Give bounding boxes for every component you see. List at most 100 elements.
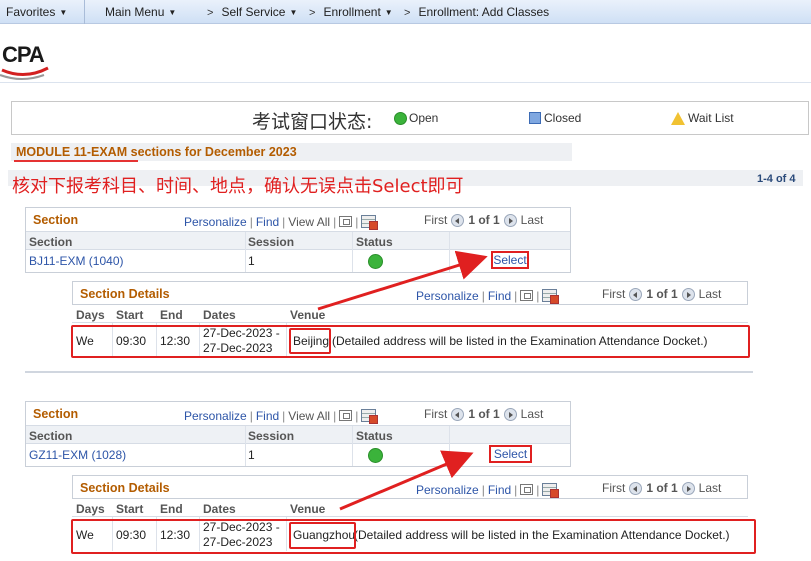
find-link[interactable]: Find: [488, 289, 511, 303]
annotation-details-box: [71, 519, 756, 554]
col-venue: Venue: [290, 502, 326, 516]
col-venue: Venue: [290, 308, 326, 322]
next-icon[interactable]: [503, 213, 517, 227]
next-icon[interactable]: [681, 287, 695, 301]
first-link: First: [602, 481, 626, 495]
personalize-link[interactable]: Personalize: [184, 215, 247, 229]
grid-pager: First 1 of 1 Last: [602, 481, 721, 495]
annotation-details-box: [71, 325, 750, 358]
grid-tools: Personalize | Find | View All | |: [184, 213, 379, 230]
module-suffix: sections for December 2023: [127, 145, 297, 159]
col-end: End: [160, 308, 183, 322]
view-all-link[interactable]: View All: [288, 215, 330, 229]
details-grid-header: Section Details Personalize | Find | | First…: [72, 475, 748, 499]
section-code-link[interactable]: GZ11-EXM (1028): [29, 448, 126, 462]
col-session: Session: [248, 235, 295, 249]
col-section: Section: [29, 429, 73, 443]
section-grid-title: Section: [33, 407, 79, 421]
details-grid-header: Section Details Personalize | Find | | First…: [72, 281, 748, 305]
download-icon[interactable]: [542, 483, 560, 498]
main-menu[interactable]: Main Menu ▼: [105, 5, 176, 19]
chevron-right-icon: >: [404, 7, 411, 19]
breadcrumb-enrollment[interactable]: > Enrollment ▼: [309, 5, 393, 19]
session-value: 1: [248, 448, 255, 462]
first-link: First: [602, 287, 626, 301]
personalize-link[interactable]: Personalize: [416, 289, 479, 303]
breadcrumb-add-classes[interactable]: > Enrollment: Add Classes: [404, 5, 549, 19]
legend-wait-list-label: Wait List: [688, 111, 734, 125]
grid-tools: Personalize | Find | View All | |: [184, 407, 379, 424]
legend-closed: Closed: [529, 111, 581, 125]
col-status: Status: [356, 235, 393, 249]
module-title: MODULE 11-EXAM sections for December 202…: [11, 143, 572, 161]
col-dates: Dates: [203, 308, 236, 322]
section-code-link[interactable]: BJ11-EXM (1040): [29, 254, 123, 268]
previous-icon[interactable]: [629, 481, 643, 495]
grid-pager: First 1 of 1 Last: [602, 287, 721, 301]
col-status: Status: [356, 429, 393, 443]
col-dates: Dates: [203, 502, 236, 516]
zoom-icon[interactable]: [520, 290, 534, 301]
breadcrumb-self-service[interactable]: > Self Service ▼: [207, 5, 297, 19]
previous-icon[interactable]: [629, 287, 643, 301]
download-icon[interactable]: [542, 289, 560, 304]
find-link[interactable]: Find: [256, 409, 279, 423]
annotation-venue-box: [289, 522, 356, 549]
session-value: 1: [248, 254, 255, 268]
legend-wait-list: Wait List: [671, 111, 734, 125]
view-all-link[interactable]: View All: [288, 409, 330, 423]
last-link: Last: [698, 287, 722, 301]
personalize-link[interactable]: Personalize: [416, 483, 479, 497]
find-link[interactable]: Find: [488, 483, 511, 497]
col-section: Section: [29, 235, 73, 249]
annotation-underline: [14, 160, 138, 162]
next-icon[interactable]: [681, 481, 695, 495]
details-grid-title: Section Details: [80, 287, 170, 301]
nav-divider: [84, 0, 85, 24]
page-indicator: 1 of 1: [468, 213, 500, 227]
main-menu-label: Main Menu: [105, 5, 165, 19]
status-legend: 考试窗口状态: Open Closed Wait List: [11, 101, 809, 135]
grid-pager: First 1 of 1 Last: [424, 407, 543, 421]
grid-tools: Personalize | Find | |: [416, 481, 560, 498]
chevron-right-icon: >: [309, 7, 316, 19]
closed-status-icon: [529, 112, 541, 124]
previous-icon[interactable]: [451, 407, 465, 421]
legend-closed-label: Closed: [544, 111, 582, 125]
legend-title: 考试窗口状态:: [252, 111, 373, 133]
top-nav-bar: Favorites ▼ Main Menu ▼ > Self Service ▼ > En…: [0, 0, 811, 24]
col-start: Start: [116, 502, 144, 516]
previous-icon[interactable]: [451, 213, 465, 227]
results-count: 1-4 of 4: [757, 173, 796, 185]
col-session: Session: [248, 429, 295, 443]
chevron-down-icon: ▼: [168, 8, 177, 17]
breadcrumb-label: Enrollment: [323, 5, 381, 19]
page-header: CPA: [0, 25, 811, 83]
favorites-label: Favorites: [6, 5, 56, 19]
section-column-headers: Section Session Status: [26, 426, 570, 444]
details-column-headers: Days Start End Dates Venue: [72, 305, 748, 323]
next-icon[interactable]: [503, 407, 517, 421]
breadcrumb-label: Self Service: [221, 5, 286, 19]
first-link: First: [424, 407, 448, 421]
download-icon[interactable]: [361, 409, 379, 424]
zoom-icon[interactable]: [520, 484, 534, 495]
zoom-icon[interactable]: [339, 216, 353, 227]
page-indicator: 1 of 1: [646, 287, 678, 301]
personalize-link[interactable]: Personalize: [184, 409, 247, 423]
col-days: Days: [76, 308, 105, 322]
section-column-headers: Section Session Status: [26, 232, 570, 250]
select-button[interactable]: Select: [491, 251, 529, 269]
favorites-menu[interactable]: Favorites ▼: [6, 5, 67, 19]
find-link[interactable]: Find: [256, 215, 279, 229]
col-start: Start: [116, 308, 144, 322]
module-code: MODULE 11-EXAM: [16, 145, 128, 159]
last-link: Last: [520, 213, 544, 227]
download-icon[interactable]: [361, 215, 379, 230]
section-divider: [25, 371, 753, 373]
section-grid-2: Section Personalize | Find | View All | | Firs…: [25, 401, 571, 467]
select-button[interactable]: Select: [489, 445, 532, 463]
section-grid-header: Section Personalize | Find | View All | | Firs…: [26, 208, 570, 232]
grid-pager: First 1 of 1 Last: [424, 213, 543, 227]
zoom-icon[interactable]: [339, 410, 353, 421]
